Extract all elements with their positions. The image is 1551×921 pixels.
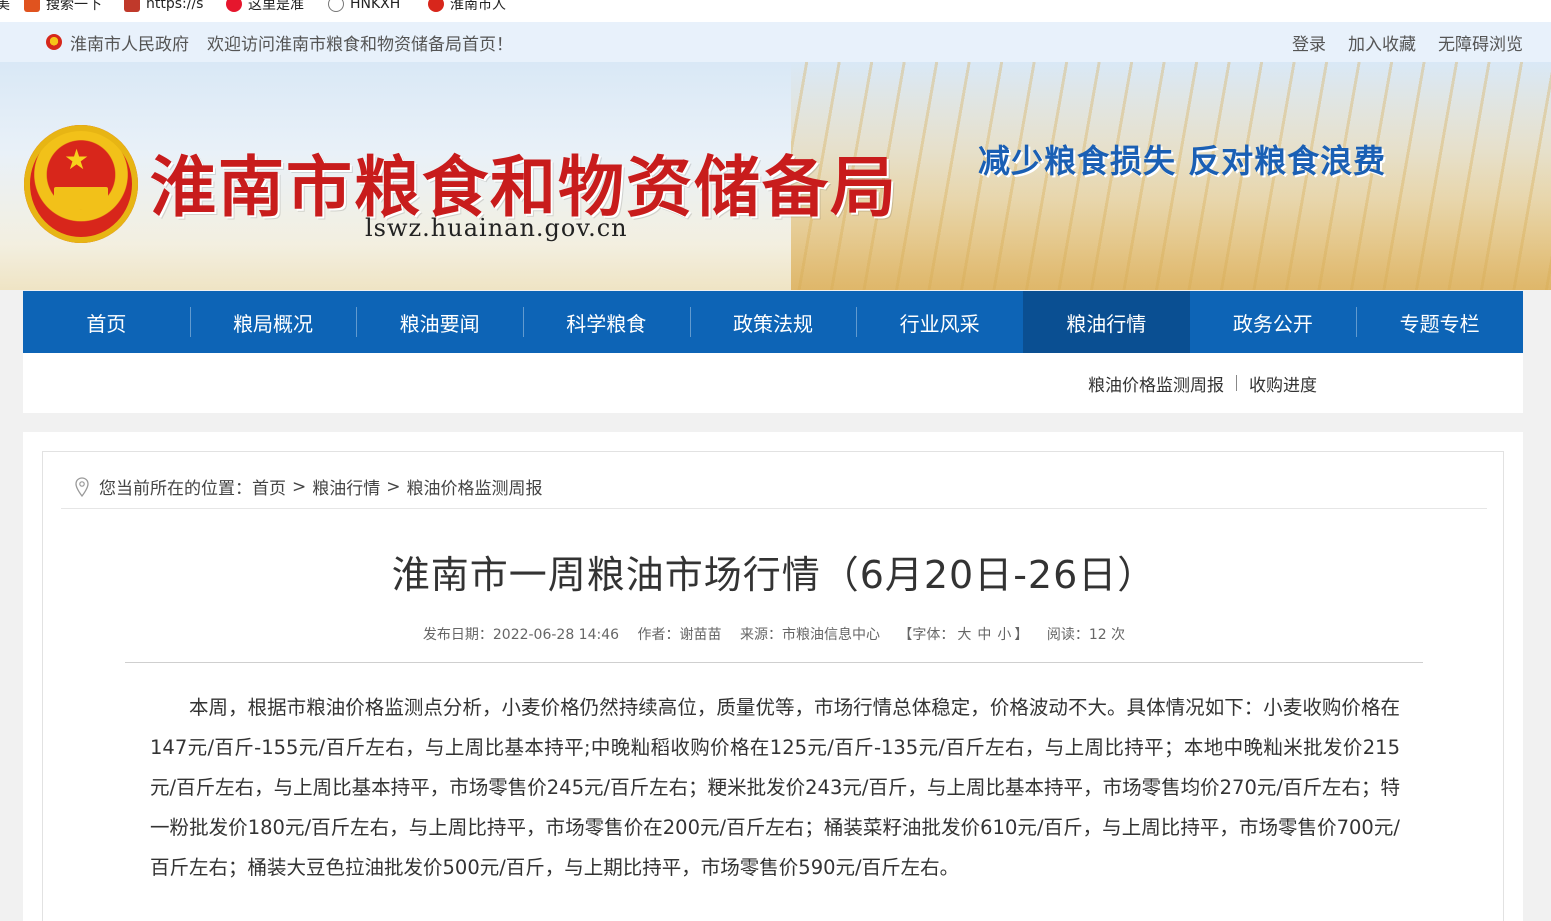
divider bbox=[61, 508, 1487, 509]
nav-item-industry[interactable]: 行业风采 bbox=[856, 291, 1023, 353]
subnav-divider bbox=[1236, 375, 1237, 391]
national-emblem-logo[interactable]: ★ bbox=[24, 125, 138, 243]
bookmark-item[interactable]: 淮南市人 bbox=[428, 0, 506, 15]
divider bbox=[125, 662, 1423, 663]
weibo-icon bbox=[226, 0, 242, 12]
font-size-large[interactable]: 大 bbox=[957, 627, 971, 643]
accessible-browse-link[interactable]: 无障碍浏览 bbox=[1438, 30, 1523, 55]
subnav-purchase-progress[interactable]: 收购进度 bbox=[1249, 371, 1317, 396]
breadcrumb: 您当前所在的位置： 首页 > 粮油行情 > 粮油价格监测周报 bbox=[75, 474, 543, 499]
nav-item-home[interactable]: 首页 bbox=[23, 291, 190, 353]
nav-item-gov-affairs[interactable]: 政务公开 bbox=[1190, 291, 1357, 353]
article-meta: 发布日期：2022-06-28 14:46 作者：谢苗苗 来源：市粮油信息中心 … bbox=[43, 624, 1505, 644]
breadcrumb-separator: > bbox=[292, 476, 307, 497]
publish-date: 发布日期：2022-06-28 14:46 bbox=[422, 627, 620, 643]
font-size-switcher: 【字体：大中小】 bbox=[898, 627, 1028, 643]
bookmark-item[interactable]: 搜索一下 bbox=[24, 0, 102, 15]
location-pin-icon bbox=[75, 476, 89, 497]
national-emblem-icon bbox=[46, 34, 62, 50]
star-icon: ★ bbox=[64, 143, 90, 176]
emblem-icon bbox=[428, 0, 444, 12]
content-panel: 您当前所在的位置： 首页 > 粮油行情 > 粮油价格监测周报 淮南市一周粮油市场… bbox=[23, 432, 1523, 921]
globe-icon bbox=[328, 0, 344, 12]
font-size-small[interactable]: 小 bbox=[997, 627, 1011, 643]
gov-home-link[interactable]: 淮南市人民政府 bbox=[70, 30, 189, 55]
bookmark-label: HNKXH bbox=[350, 0, 401, 12]
author: 作者：谢苗苗 bbox=[637, 627, 722, 643]
article-body: 本周，根据市粮油价格监测点分析，小麦价格仍然持续高位，质量优等，市场行情总体稳定… bbox=[150, 696, 1400, 879]
top-info-bar: 淮南市人民政府 欢迎访问淮南市粮食和物资储备局首页！ 登录 加入收藏 无障碍浏览 bbox=[0, 22, 1551, 62]
welcome-text: 欢迎访问淮南市粮食和物资储备局首页！ bbox=[207, 34, 513, 55]
hao-icon bbox=[24, 0, 40, 12]
site-banner: ★ 淮南市粮食和物资储备局 lswz.huainan.gov.cn 减少粮食损失… bbox=[0, 62, 1551, 290]
bookmark-item[interactable]: 美 bbox=[0, 0, 10, 15]
font-size-close: 】 bbox=[1014, 627, 1029, 643]
breadcrumb-prefix: 您当前所在的位置： bbox=[99, 479, 252, 499]
site-domain: lswz.huainan.gov.cn bbox=[365, 214, 628, 242]
nav-item-policy[interactable]: 政策法规 bbox=[689, 291, 857, 353]
tiananmen-shape bbox=[54, 187, 108, 209]
bookmark-label: 搜索一下 bbox=[46, 0, 102, 13]
breadcrumb-market[interactable]: 粮油行情 bbox=[312, 474, 380, 499]
bookmark-item[interactable]: https://s bbox=[124, 0, 203, 15]
main-nav: 首页 粮局概况 粮油要闻 科学粮食 政策法规 行业风采 粮油行情 政务公开 专题… bbox=[23, 291, 1523, 353]
nav-item-science[interactable]: 科学粮食 bbox=[522, 291, 690, 353]
nav-item-special[interactable]: 专题专栏 bbox=[1356, 291, 1523, 353]
source: 来源：市粮油信息中心 bbox=[739, 627, 880, 643]
view-count: 阅读：12 次 bbox=[1046, 627, 1126, 643]
bookmark-item[interactable]: 这里是准 bbox=[226, 0, 304, 15]
article-container: 您当前所在的位置： 首页 > 粮油行情 > 粮油价格监测周报 淮南市一周粮油市场… bbox=[42, 451, 1504, 921]
bookmark-label: 淮南市人 bbox=[450, 0, 506, 13]
article-title: 淮南市一周粮油市场行情（6月20日-26日） bbox=[391, 553, 1157, 597]
bookmark-item[interactable]: HNKXH bbox=[328, 0, 400, 15]
add-favorite-link[interactable]: 加入收藏 bbox=[1348, 30, 1416, 55]
font-size-medium[interactable]: 中 bbox=[977, 627, 991, 643]
bookmark-label: 这里是准 bbox=[248, 0, 304, 13]
breadcrumb-separator: > bbox=[386, 476, 401, 497]
bookmark-fragment: 美 bbox=[0, 0, 10, 13]
bookmark-label: https://s bbox=[146, 0, 204, 12]
nav-item-market[interactable]: 粮油行情 bbox=[1022, 291, 1190, 353]
sub-nav: 粮油价格监测周报 收购进度 bbox=[23, 353, 1523, 413]
page-icon bbox=[124, 0, 140, 12]
nav-item-overview[interactable]: 粮局概况 bbox=[189, 291, 357, 353]
nav-item-news[interactable]: 粮油要闻 bbox=[356, 291, 523, 353]
bookmarks-bar: 美 搜索一下 https://s 这里是准 HNKXH 淮南市人 bbox=[0, 0, 1551, 22]
breadcrumb-home[interactable]: 首页 bbox=[252, 474, 286, 499]
breadcrumb-price-weekly[interactable]: 粮油价格监测周报 bbox=[407, 474, 543, 499]
font-size-label: 【字体： bbox=[898, 627, 955, 643]
login-link[interactable]: 登录 bbox=[1292, 30, 1326, 55]
subnav-price-weekly[interactable]: 粮油价格监测周报 bbox=[1088, 371, 1224, 396]
banner-slogan: 减少粮食损失 反对粮食浪费 bbox=[978, 142, 1387, 180]
